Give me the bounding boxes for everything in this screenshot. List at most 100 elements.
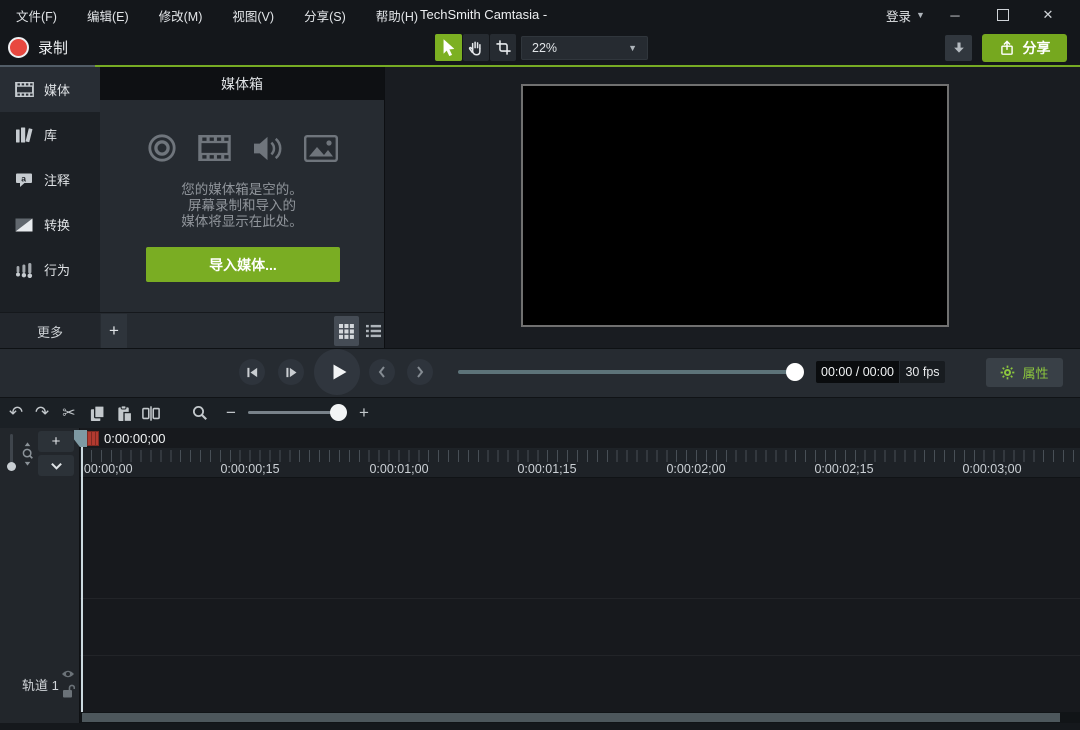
lock-open-icon xyxy=(62,684,75,698)
main-toolbar: 录制 22% ▼ xyxy=(0,30,1080,65)
track-1-name[interactable]: 轨道 1 xyxy=(22,675,59,694)
sidebar-item-annotations[interactable]: a 注释 xyxy=(0,157,100,202)
callout-icon: a xyxy=(13,172,35,188)
sidebar-label-annotations: 注释 xyxy=(44,170,70,189)
list-view-icon xyxy=(366,324,381,338)
ruler-label-2: 0:00:01;00 xyxy=(369,462,428,476)
ruler-label-5: 0:00:02;15 xyxy=(814,462,873,476)
seek-slider-thumb[interactable] xyxy=(786,363,804,381)
sidebar-item-behaviors[interactable]: 行为 xyxy=(0,247,100,292)
menu-file[interactable]: 文件(F) xyxy=(14,6,59,25)
maximize-button[interactable] xyxy=(986,2,1020,28)
media-bin-title: 媒体箱 xyxy=(221,74,263,94)
books-icon xyxy=(13,127,35,143)
previous-clip-button[interactable] xyxy=(369,359,395,385)
empty-text-line3: 媒体将显示在此处。 xyxy=(100,214,384,230)
film-strip-icon xyxy=(13,82,35,97)
login-button[interactable]: 登录 ▼ xyxy=(886,0,925,30)
step-backward-button[interactable] xyxy=(239,359,265,385)
sidebar-item-media[interactable]: 媒体 xyxy=(0,67,100,112)
split-button[interactable] xyxy=(139,400,163,426)
crop-icon xyxy=(495,39,512,56)
sidebar-more-button[interactable]: 更多 xyxy=(0,312,100,349)
transition-icon xyxy=(13,218,35,232)
record-button[interactable]: 录制 xyxy=(8,34,68,61)
timeline-zoom-out-button[interactable]: − xyxy=(220,400,242,426)
sidebar: 媒体 库 a 注释 转换 行为 更多 xyxy=(0,67,100,348)
chevron-down-icon xyxy=(50,462,63,470)
login-label: 登录 xyxy=(886,6,911,25)
crop-tool-button[interactable] xyxy=(490,34,516,61)
pan-tool-button[interactable] xyxy=(463,34,489,61)
cut-button[interactable]: ✂ xyxy=(57,400,81,426)
copy-icon xyxy=(89,405,106,422)
cursor-tool-button[interactable] xyxy=(435,34,462,61)
ruler-label-3: 0:00:01;15 xyxy=(517,462,576,476)
fps-display[interactable]: 30 fps xyxy=(900,361,945,383)
record-ring-icon xyxy=(147,133,177,163)
track-1-lock-button[interactable] xyxy=(61,683,75,698)
media-bin-panel: 媒体箱 您的媒体箱是空的。 屏幕录制和导入的 媒体将显示在此处。 导入媒体...… xyxy=(100,67,385,348)
step-backward-icon xyxy=(246,366,259,379)
menu-edit[interactable]: 编辑(E) xyxy=(85,6,131,25)
close-button[interactable]: ✕ xyxy=(1031,2,1065,28)
eye-icon xyxy=(61,669,75,679)
track-divider-2 xyxy=(0,655,1080,656)
minimize-button[interactable]: ─ xyxy=(938,2,972,28)
track-1-visibility-button[interactable] xyxy=(60,668,76,680)
menu-modify[interactable]: 修改(M) xyxy=(157,6,205,25)
list-view-button[interactable] xyxy=(361,316,385,346)
grid-view-button[interactable] xyxy=(334,316,359,346)
paste-button[interactable] xyxy=(112,400,136,426)
timeline: 0:00:00;00 0:00:00;15 0:00:01;00 0:00:01… xyxy=(0,428,1080,730)
timeline-ruler[interactable]: 0:00:00;00 0:00:00;15 0:00:01;00 0:00:01… xyxy=(80,448,1080,478)
chevron-right-icon xyxy=(415,365,425,379)
playback-bar: 00:00 / 00:00 30 fps 属性 xyxy=(0,348,1080,397)
add-track-button[interactable]: + xyxy=(38,431,74,452)
timeline-scrollbar-thumb[interactable] xyxy=(82,713,1060,722)
redo-button[interactable]: ↷ xyxy=(30,400,54,426)
sidebar-label-behaviors: 行为 xyxy=(44,260,70,279)
svg-text:a: a xyxy=(21,173,26,183)
speaker-icon xyxy=(252,135,283,162)
menu-share[interactable]: 分享(S) xyxy=(302,6,348,25)
plus-icon: + xyxy=(109,321,119,341)
copy-button[interactable] xyxy=(85,400,109,426)
canvas-area xyxy=(385,67,1080,348)
properties-button[interactable]: 属性 xyxy=(986,358,1063,387)
share-icon xyxy=(999,40,1015,56)
next-clip-button[interactable] xyxy=(407,359,433,385)
title-bar: 文件(F) 编辑(E) 修改(M) 视图(V) 分享(S) 帮助(H) Tech… xyxy=(0,0,1080,30)
timeline-zoom-button[interactable] xyxy=(188,400,212,426)
menu-view[interactable]: 视图(V) xyxy=(230,6,276,25)
window-title: TechSmith Camtasia - xyxy=(420,7,547,22)
sidebar-label-media: 媒体 xyxy=(44,80,70,99)
undo-button[interactable]: ↶ xyxy=(4,400,28,426)
timeline-toolbar: ↶ ↷ ✂ − + xyxy=(0,397,1080,428)
magnifier-icon xyxy=(192,405,208,421)
track-zoom-fit-button[interactable] xyxy=(19,434,35,474)
timeline-zoom-slider-thumb[interactable] xyxy=(330,404,347,421)
sidebar-item-transitions[interactable]: 转换 xyxy=(0,202,100,247)
playhead-out-marker[interactable] xyxy=(87,431,99,446)
seek-slider-track[interactable] xyxy=(458,370,797,374)
track-height-slider-thumb[interactable] xyxy=(7,462,16,471)
timeline-zoom-in-button[interactable]: + xyxy=(353,400,375,426)
sidebar-more-label: 更多 xyxy=(37,322,63,341)
canvas-zoom-select[interactable]: 22% ▼ xyxy=(521,36,648,60)
sidebar-item-library[interactable]: 库 xyxy=(0,112,100,157)
share-button[interactable]: 分享 xyxy=(982,34,1067,62)
track-options-button[interactable] xyxy=(38,455,74,476)
step-forward-button[interactable] xyxy=(278,359,304,385)
ruler-label-4: 0:00:02;00 xyxy=(666,462,725,476)
export-local-button[interactable] xyxy=(945,35,972,61)
paste-icon xyxy=(116,405,133,422)
preview-canvas[interactable] xyxy=(521,84,949,327)
playhead-line[interactable] xyxy=(81,432,83,712)
menu-help[interactable]: 帮助(H) xyxy=(374,6,420,25)
ruler-ticks xyxy=(81,450,1080,462)
import-media-button[interactable]: 导入媒体... xyxy=(146,247,340,282)
canvas-zoom-caret-icon: ▼ xyxy=(628,43,637,53)
add-media-button[interactable]: + xyxy=(101,314,127,348)
play-button[interactable] xyxy=(314,349,360,395)
